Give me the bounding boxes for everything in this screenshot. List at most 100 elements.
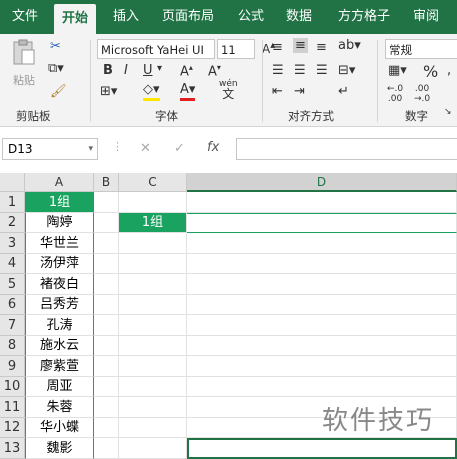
cell-c11[interactable] [119, 397, 187, 418]
increase-font-size-icon[interactable]: A▴ [180, 63, 193, 79]
cell-a7[interactable]: 孔涛 [25, 315, 94, 336]
cell-c12[interactable] [119, 418, 187, 438]
cancel-icon[interactable]: ✕ [140, 141, 151, 156]
merge-center-icon[interactable]: ⊟▾ [338, 63, 355, 78]
cell-a8[interactable]: 施水云 [25, 336, 94, 356]
cell-b10[interactable] [94, 377, 119, 397]
row-header-2[interactable]: 2 [0, 213, 25, 233]
underline-dropdown-icon[interactable]: ▾ [157, 63, 162, 74]
cell-a3[interactable]: 华世兰 [25, 233, 94, 254]
percent-button[interactable]: % [423, 62, 438, 81]
cell-c3[interactable] [119, 233, 187, 254]
cell-c2[interactable]: 1组 [119, 213, 187, 233]
cell-c8[interactable] [119, 336, 187, 356]
underline-button[interactable]: U [143, 63, 153, 78]
cell-a11[interactable]: 朱蓉 [25, 397, 94, 418]
tab-review[interactable]: 审阅 [413, 0, 439, 34]
row-header-4[interactable]: 4 [0, 254, 25, 274]
increase-indent-icon[interactable]: ⇥ [294, 84, 305, 99]
column-header-a[interactable]: A [25, 173, 94, 192]
cell-b3[interactable] [94, 233, 119, 254]
increase-decimal-icon[interactable]: ←.0.00 [387, 84, 403, 104]
cell-d10[interactable] [187, 377, 457, 397]
paste-button[interactable]: 粘贴 [8, 38, 40, 88]
font-color-icon[interactable]: A▾ [180, 82, 196, 101]
cell-a2[interactable]: 陶婷 [25, 213, 94, 233]
row-header-3[interactable]: 3 [0, 233, 25, 254]
bold-button[interactable]: B [103, 63, 113, 78]
cell-d1[interactable] [187, 192, 457, 213]
row-header-7[interactable]: 7 [0, 315, 25, 336]
align-bottom-icon[interactable]: ≡ [316, 40, 327, 55]
align-top-icon[interactable]: ≡ [272, 40, 283, 55]
decrease-font-size-icon[interactable]: A▾ [208, 63, 221, 79]
cell-c1[interactable] [119, 192, 187, 213]
column-header-b[interactable]: B [94, 173, 119, 192]
cell-c9[interactable] [119, 356, 187, 377]
cell-d5[interactable] [187, 274, 457, 295]
cell-b6[interactable] [94, 295, 119, 315]
phonetic-icon[interactable]: wén 文 [219, 79, 238, 101]
column-header-c[interactable]: C [119, 173, 187, 192]
row-header-5[interactable]: 5 [0, 274, 25, 295]
format-painter-icon[interactable]: 🖌 [50, 84, 67, 99]
tab-page-layout[interactable]: 页面布局 [162, 0, 214, 34]
cell-b4[interactable] [94, 254, 119, 274]
cell-a10[interactable]: 周亚 [25, 377, 94, 397]
align-middle-icon[interactable]: ≡ [293, 38, 308, 53]
name-box[interactable]: D13 ▾ [2, 138, 98, 160]
align-center-icon[interactable]: ☰ [294, 63, 306, 78]
wrap-text-icon[interactable]: ↵ [338, 84, 349, 99]
decrease-decimal-icon[interactable]: .00 →.0 [414, 84, 430, 104]
cell-b2[interactable] [94, 213, 119, 233]
name-box-dropdown-icon[interactable]: ▾ [88, 139, 93, 159]
copy-icon[interactable]: ⧉▾ [48, 61, 64, 76]
cell-b9[interactable] [94, 356, 119, 377]
row-header-11[interactable]: 11 [0, 397, 25, 418]
accounting-format-icon[interactable]: ▦▾ [388, 63, 407, 78]
row-header-8[interactable]: 8 [0, 336, 25, 356]
cell-d3[interactable] [187, 233, 457, 254]
cell-c7[interactable] [119, 315, 187, 336]
row-header-1[interactable]: 1 [0, 192, 25, 213]
cell-d9[interactable] [187, 356, 457, 377]
cell-b11[interactable] [94, 397, 119, 418]
font-name-select[interactable]: Microsoft YaHei UI [97, 39, 215, 59]
orientation-icon[interactable]: ab▾ [338, 38, 361, 53]
cell-c6[interactable] [119, 295, 187, 315]
cell-c10[interactable] [119, 377, 187, 397]
align-right-icon[interactable]: ☰ [316, 63, 328, 78]
cut-icon[interactable]: ✂ [50, 39, 61, 54]
number-format-select[interactable]: 常规 [385, 39, 457, 59]
cell-b8[interactable] [94, 336, 119, 356]
italic-button[interactable]: I [124, 63, 128, 78]
tab-data[interactable]: 数据 [286, 0, 312, 34]
cell-d2[interactable] [187, 213, 457, 233]
row-header-10[interactable]: 10 [0, 377, 25, 397]
cell-c5[interactable] [119, 274, 187, 295]
tab-formulas[interactable]: 公式 [238, 0, 264, 34]
cell-b5[interactable] [94, 274, 119, 295]
enter-icon[interactable]: ✓ [174, 141, 185, 156]
cell-b7[interactable] [94, 315, 119, 336]
decrease-indent-icon[interactable]: ⇤ [272, 84, 283, 99]
fill-color-icon[interactable]: ◇▾ [143, 82, 160, 101]
cell-d4[interactable] [187, 254, 457, 274]
tab-fangfang[interactable]: 方方格子 [338, 0, 390, 34]
tab-insert[interactable]: 插入 [113, 0, 139, 34]
cell-a5[interactable]: 褚夜白 [25, 274, 94, 295]
row-header-12[interactable]: 12 [0, 418, 25, 438]
cell-b12[interactable] [94, 418, 119, 438]
formula-input[interactable] [236, 138, 457, 160]
select-all-corner[interactable] [0, 173, 25, 192]
cell-d7[interactable] [187, 315, 457, 336]
tab-home[interactable]: 开始 [54, 4, 97, 34]
column-header-d[interactable]: D [187, 173, 457, 192]
insert-function-icon[interactable]: fx [207, 140, 219, 155]
number-dialog-launcher-icon[interactable]: ↘ [444, 107, 452, 117]
comma-style-icon[interactable]: , [447, 63, 451, 78]
cell-d6[interactable] [187, 295, 457, 315]
cell-d8[interactable] [187, 336, 457, 356]
cell-b1[interactable] [94, 192, 119, 213]
row-header-6[interactable]: 6 [0, 295, 25, 315]
